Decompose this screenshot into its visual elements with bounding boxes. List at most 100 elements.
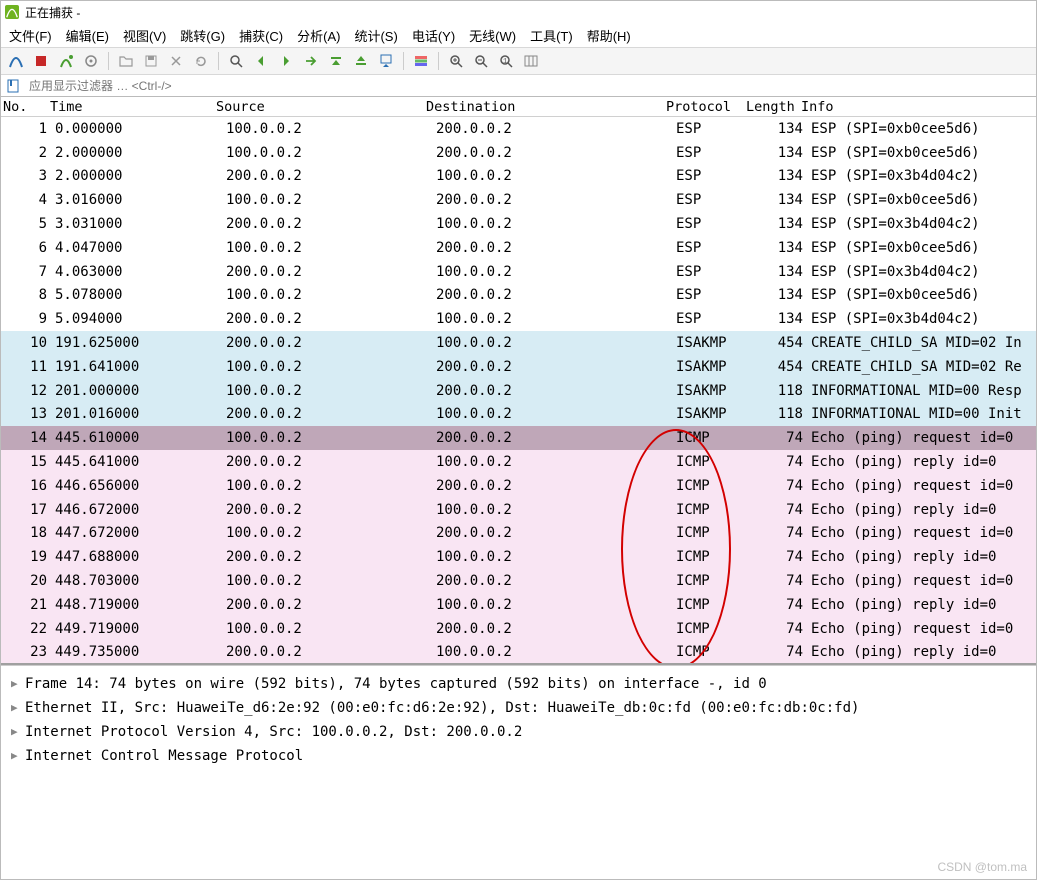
expander-icon[interactable]: ▶ bbox=[11, 744, 19, 768]
cell-source: 100.0.0.2 bbox=[226, 145, 436, 161]
expander-icon[interactable]: ▶ bbox=[11, 672, 19, 696]
menu-edit[interactable]: 编辑(E) bbox=[66, 26, 109, 45]
packet-row[interactable]: 95.094000200.0.0.2100.0.0.2ESP134ESP (SP… bbox=[1, 307, 1036, 331]
cell-destination: 200.0.0.2 bbox=[436, 145, 676, 161]
header-info[interactable]: Info bbox=[801, 99, 1036, 115]
packet-row[interactable]: 20448.703000100.0.0.2200.0.0.2ICMP74Echo… bbox=[1, 569, 1036, 593]
resize-columns-button[interactable] bbox=[520, 50, 542, 72]
cell-time: 5.094000 bbox=[51, 311, 226, 327]
header-destination[interactable]: Destination bbox=[426, 99, 666, 115]
cell-length: 74 bbox=[756, 573, 811, 589]
packet-row[interactable]: 22.000000100.0.0.2200.0.0.2ESP134ESP (SP… bbox=[1, 141, 1036, 165]
find-packet-button[interactable] bbox=[225, 50, 247, 72]
toolbar: 1 bbox=[1, 47, 1036, 75]
packet-row[interactable]: 85.078000100.0.0.2200.0.0.2ESP134ESP (SP… bbox=[1, 284, 1036, 308]
packet-details-pane[interactable]: ▶ Frame 14: 74 bytes on wire (592 bits),… bbox=[1, 665, 1036, 879]
zoom-in-button[interactable] bbox=[445, 50, 467, 72]
save-file-button[interactable] bbox=[140, 50, 162, 72]
packet-row[interactable]: 10191.625000200.0.0.2100.0.0.2ISAKMP454C… bbox=[1, 331, 1036, 355]
cell-no: 4 bbox=[1, 192, 51, 208]
open-file-button[interactable] bbox=[115, 50, 137, 72]
packet-row[interactable]: 10.000000100.0.0.2200.0.0.2ESP134ESP (SP… bbox=[1, 117, 1036, 141]
cell-time: 0.000000 bbox=[51, 121, 226, 137]
cell-length: 134 bbox=[756, 264, 811, 280]
filter-bar bbox=[1, 75, 1036, 97]
packet-row[interactable]: 13201.016000200.0.0.2100.0.0.2ISAKMP118I… bbox=[1, 403, 1036, 427]
header-length[interactable]: Length bbox=[746, 99, 801, 115]
menu-analyze[interactable]: 分析(A) bbox=[297, 26, 340, 45]
packet-row[interactable]: 22449.719000100.0.0.2200.0.0.2ICMP74Echo… bbox=[1, 617, 1036, 641]
cell-destination: 200.0.0.2 bbox=[436, 621, 676, 637]
restart-capture-button[interactable] bbox=[55, 50, 77, 72]
capture-options-button[interactable] bbox=[80, 50, 102, 72]
cell-no: 22 bbox=[1, 621, 51, 637]
packet-row[interactable]: 32.000000200.0.0.2100.0.0.2ESP134ESP (SP… bbox=[1, 165, 1036, 189]
go-to-packet-button[interactable] bbox=[300, 50, 322, 72]
packet-row[interactable]: 19447.688000200.0.0.2100.0.0.2ICMP74Echo… bbox=[1, 545, 1036, 569]
expander-icon[interactable]: ▶ bbox=[11, 720, 19, 744]
zoom-out-button[interactable] bbox=[470, 50, 492, 72]
go-last-button[interactable] bbox=[350, 50, 372, 72]
packet-row[interactable]: 23449.735000200.0.0.2100.0.0.2ICMP74Echo… bbox=[1, 641, 1036, 665]
detail-frame[interactable]: ▶ Frame 14: 74 bytes on wire (592 bits),… bbox=[11, 672, 1026, 696]
cell-no: 8 bbox=[1, 287, 51, 303]
display-filter-input[interactable] bbox=[25, 77, 1036, 95]
menu-file[interactable]: 文件(F) bbox=[9, 26, 52, 45]
cell-protocol: ISAKMP bbox=[676, 359, 756, 375]
packet-row[interactable]: 74.063000200.0.0.2100.0.0.2ESP134ESP (SP… bbox=[1, 260, 1036, 284]
menu-help[interactable]: 帮助(H) bbox=[587, 26, 631, 45]
detail-icmp[interactable]: ▶ Internet Control Message Protocol bbox=[11, 744, 1026, 768]
header-protocol[interactable]: Protocol bbox=[666, 99, 746, 115]
zoom-reset-button[interactable]: 1 bbox=[495, 50, 517, 72]
packet-row[interactable]: 18447.672000100.0.0.2200.0.0.2ICMP74Echo… bbox=[1, 522, 1036, 546]
packet-row[interactable]: 64.047000100.0.0.2200.0.0.2ESP134ESP (SP… bbox=[1, 236, 1036, 260]
cell-no: 20 bbox=[1, 573, 51, 589]
go-first-button[interactable] bbox=[325, 50, 347, 72]
reload-button[interactable] bbox=[190, 50, 212, 72]
cell-time: 201.016000 bbox=[51, 406, 226, 422]
toolbar-separator bbox=[218, 52, 219, 70]
header-no[interactable]: No. bbox=[1, 99, 46, 115]
menu-stats[interactable]: 统计(S) bbox=[354, 26, 397, 45]
colorize-button[interactable] bbox=[410, 50, 432, 72]
cell-source: 200.0.0.2 bbox=[226, 549, 436, 565]
menu-view[interactable]: 视图(V) bbox=[123, 26, 166, 45]
close-file-button[interactable] bbox=[165, 50, 187, 72]
packet-list-header: No. Time Source Destination Protocol Len… bbox=[1, 97, 1036, 117]
detail-frame-text: Frame 14: 74 bytes on wire (592 bits), 7… bbox=[25, 672, 767, 696]
packet-list[interactable]: 10.000000100.0.0.2200.0.0.2ESP134ESP (SP… bbox=[1, 117, 1036, 665]
packet-row[interactable]: 15445.641000200.0.0.2100.0.0.2ICMP74Echo… bbox=[1, 450, 1036, 474]
header-time[interactable]: Time bbox=[46, 99, 216, 115]
menu-wireless[interactable]: 无线(W) bbox=[469, 26, 516, 45]
svg-text:1: 1 bbox=[503, 58, 507, 66]
header-source[interactable]: Source bbox=[216, 99, 426, 115]
cell-time: 4.063000 bbox=[51, 264, 226, 280]
packet-row[interactable]: 12201.000000100.0.0.2200.0.0.2ISAKMP118I… bbox=[1, 379, 1036, 403]
cell-protocol: ICMP bbox=[676, 454, 756, 470]
bookmark-filter-icon[interactable] bbox=[5, 78, 21, 94]
expander-icon[interactable]: ▶ bbox=[11, 696, 19, 720]
cell-protocol: ICMP bbox=[676, 644, 756, 660]
packet-row[interactable]: 11191.641000100.0.0.2200.0.0.2ISAKMP454C… bbox=[1, 355, 1036, 379]
packet-row[interactable]: 16446.656000100.0.0.2200.0.0.2ICMP74Echo… bbox=[1, 474, 1036, 498]
menu-tools[interactable]: 工具(T) bbox=[530, 26, 573, 45]
menu-capture[interactable]: 捕获(C) bbox=[239, 26, 283, 45]
detail-ip[interactable]: ▶ Internet Protocol Version 4, Src: 100.… bbox=[11, 720, 1026, 744]
cell-info: Echo (ping) reply id=0 bbox=[811, 502, 1036, 518]
go-prev-button[interactable] bbox=[250, 50, 272, 72]
detail-ethernet[interactable]: ▶ Ethernet II, Src: HuaweiTe_d6:2e:92 (0… bbox=[11, 696, 1026, 720]
auto-scroll-button[interactable] bbox=[375, 50, 397, 72]
start-capture-button[interactable] bbox=[5, 50, 27, 72]
window-title: 正在捕获 - bbox=[25, 4, 80, 21]
stop-capture-button[interactable] bbox=[30, 50, 52, 72]
packet-row[interactable]: 43.016000100.0.0.2200.0.0.2ESP134ESP (SP… bbox=[1, 188, 1036, 212]
menu-goto[interactable]: 跳转(G) bbox=[180, 26, 225, 45]
packet-row[interactable]: 53.031000200.0.0.2100.0.0.2ESP134ESP (SP… bbox=[1, 212, 1036, 236]
cell-info: CREATE_CHILD_SA MID=02 In bbox=[811, 335, 1036, 351]
menu-telephony[interactable]: 电话(Y) bbox=[412, 26, 455, 45]
cell-time: 4.047000 bbox=[51, 240, 226, 256]
packet-row[interactable]: 17446.672000200.0.0.2100.0.0.2ICMP74Echo… bbox=[1, 498, 1036, 522]
go-next-button[interactable] bbox=[275, 50, 297, 72]
packet-row[interactable]: 14445.610000100.0.0.2200.0.0.2ICMP74Echo… bbox=[1, 426, 1036, 450]
packet-row[interactable]: 21448.719000200.0.0.2100.0.0.2ICMP74Echo… bbox=[1, 593, 1036, 617]
